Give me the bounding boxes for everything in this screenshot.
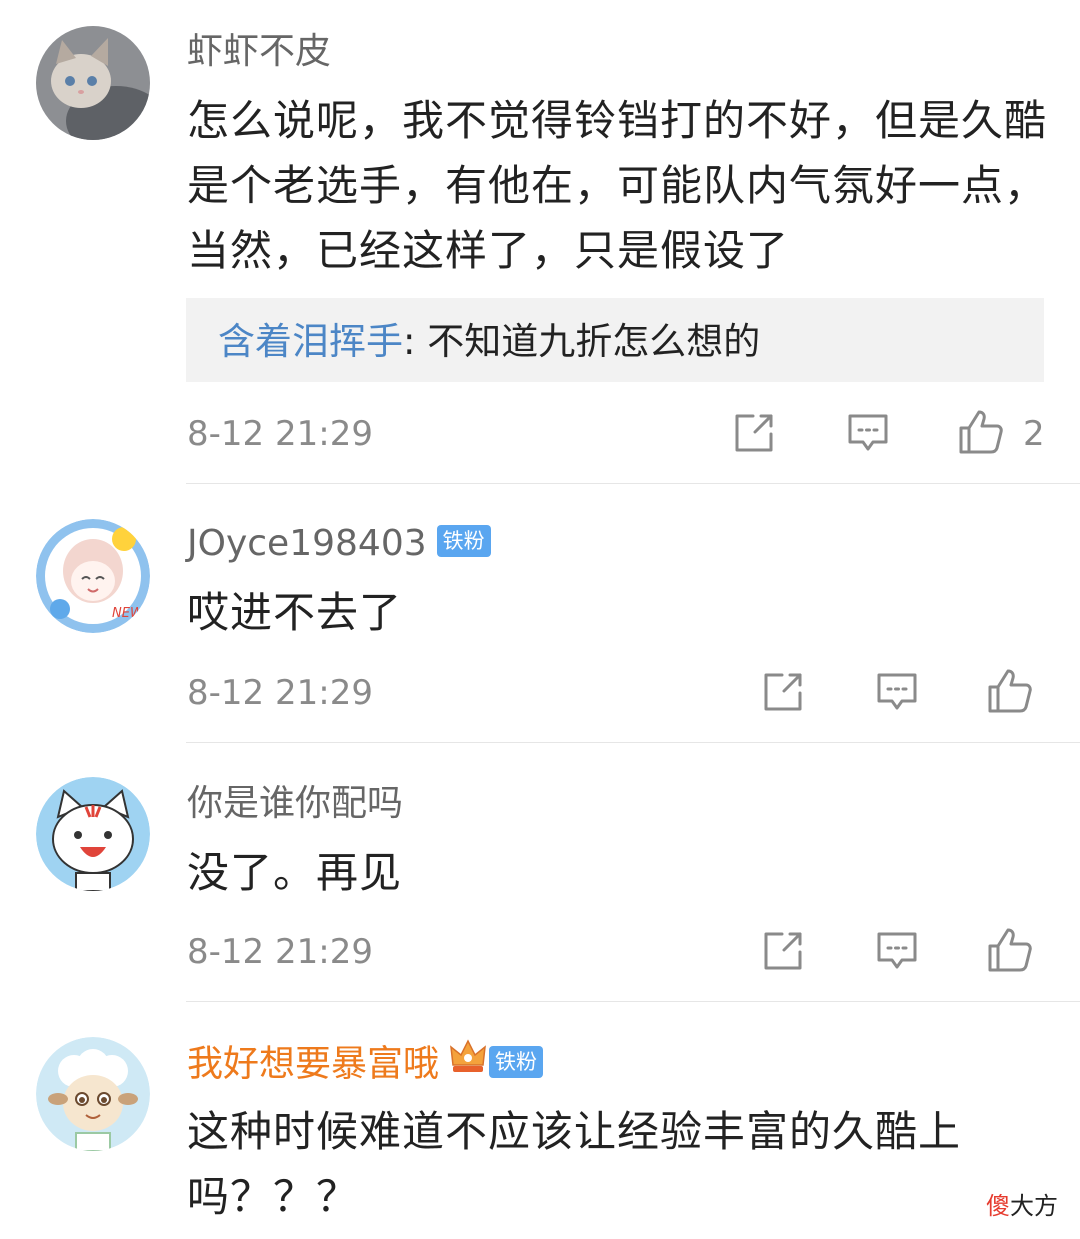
- repost-button[interactable]: [731, 410, 777, 460]
- timestamp: 8-12 21:29: [187, 932, 373, 972]
- divider: [186, 483, 1080, 484]
- avatar[interactable]: [36, 26, 150, 140]
- repost-button[interactable]: [760, 928, 806, 978]
- comment-icon: [877, 932, 917, 969]
- username-text[interactable]: 我好想要暴富哦: [187, 1044, 439, 1085]
- repost-button[interactable]: [760, 669, 806, 719]
- fan-badge: 铁粉: [436, 525, 491, 557]
- reply-username[interactable]: 含着泪挥手: [218, 320, 403, 363]
- comment-button[interactable]: [874, 928, 920, 978]
- svg-text:NEW: NEW: [112, 606, 144, 621]
- comment-button[interactable]: [845, 410, 891, 460]
- like-button[interactable]: [986, 926, 1034, 978]
- avatar[interactable]: [36, 1037, 150, 1151]
- repost-icon: [764, 673, 802, 711]
- comment-icon: [848, 414, 888, 451]
- fan-badge: 铁粉: [489, 1045, 544, 1078]
- avatar[interactable]: [36, 777, 150, 891]
- like-button[interactable]: [986, 667, 1034, 719]
- crown-icon: [449, 1037, 487, 1086]
- timestamp: 8-12 21:29: [187, 673, 373, 713]
- username[interactable]: 虾虾不皮: [187, 30, 331, 74]
- watermark-part2: 大方: [1010, 1192, 1058, 1220]
- comment-icon: [877, 673, 917, 710]
- thumbs-up-icon: [988, 928, 1032, 972]
- comment-text: 没了。再见: [187, 848, 403, 897]
- comment-button[interactable]: [874, 669, 920, 719]
- reply-separator: :: [403, 320, 428, 363]
- divider: [186, 1001, 1080, 1002]
- thumbs-up-icon: [959, 410, 1003, 454]
- timestamp: 8-12 21:29: [187, 414, 373, 454]
- reply-preview[interactable]: 含着泪挥手: 不知道九折怎么想的: [186, 298, 1044, 382]
- username[interactable]: JOyce198403 铁粉: [187, 522, 491, 566]
- avatar[interactable]: NEW: [36, 519, 150, 633]
- username[interactable]: 你是谁你配吗: [187, 782, 403, 826]
- repost-icon: [735, 414, 773, 452]
- like-count: 2: [1023, 414, 1045, 454]
- comment-text: 怎么说呢，我不觉得铃铛打的不好，但是久酷是个老选手，有他在，可能队内气氛好一点，…: [187, 96, 1048, 275]
- repost-icon: [764, 932, 802, 970]
- comment-text: 哎进不去了: [187, 588, 403, 637]
- username-text[interactable]: JOyce198403: [187, 523, 427, 564]
- thumbs-up-icon: [988, 669, 1032, 713]
- divider: [186, 742, 1080, 743]
- comment-text: 这种时候难道不应该让经验丰富的久酷上吗？？？: [187, 1107, 962, 1221]
- like-button[interactable]: [957, 408, 1005, 460]
- reply-text: 不知道九折怎么想的: [427, 320, 761, 363]
- watermark-part1: 傻: [986, 1192, 1010, 1220]
- username[interactable]: 我好想要暴富哦 铁粉: [187, 1039, 544, 1090]
- watermark: 傻大方: [986, 1186, 1058, 1221]
